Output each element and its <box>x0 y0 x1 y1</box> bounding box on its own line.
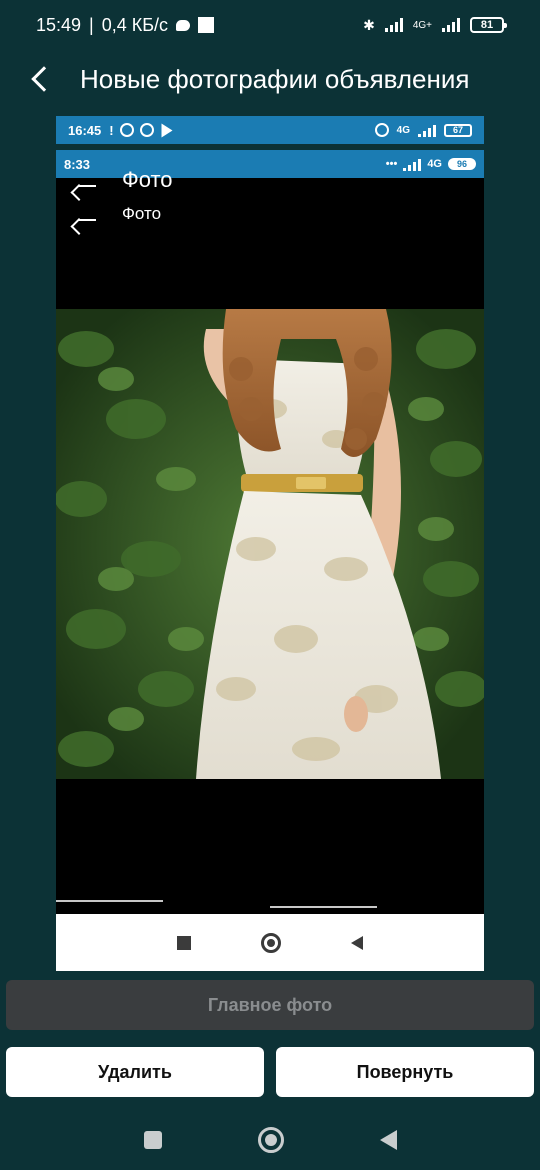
home-icon[interactable] <box>257 1127 284 1153</box>
dress-photo-image <box>56 309 484 779</box>
tab-indicator-1 <box>56 900 163 902</box>
status-separator: | <box>89 14 94 35</box>
embedded-battery-1: 67 <box>444 123 472 137</box>
battery-icon: 81 <box>470 17 507 33</box>
system-nav-bar <box>0 1110 540 1170</box>
status-time: 15:49 <box>36 14 82 35</box>
back-triangle-icon <box>351 935 363 950</box>
bluetooth-icon: ✱ <box>363 16 375 33</box>
embedded-time-1: 16:45 <box>68 122 102 138</box>
status-bar: 15:49 | 0,4 КБ/с ✱ 4G+ 81 <box>0 0 540 50</box>
chat-icon <box>176 19 191 31</box>
rotate-button[interactable]: Повернуть <box>276 1047 534 1097</box>
whatsapp-icon <box>119 123 134 137</box>
photo-preview: 16:45 ! 4G 67 8:33 ••• 4G 96 Фото Фото <box>56 116 484 971</box>
page-title: Новые фотографии объявления <box>80 63 470 94</box>
status-speed: 0,4 КБ/с <box>101 14 169 35</box>
back-arrow-icon <box>78 219 96 221</box>
main-photo-button[interactable]: Главное фото <box>6 980 534 1030</box>
tab-indicator-2 <box>270 906 377 908</box>
embedded-appbar-2: Фото <box>56 200 484 228</box>
back-triangle-icon[interactable] <box>379 1130 397 1150</box>
embedded-nav-bar <box>56 914 484 971</box>
home-icon <box>261 932 281 953</box>
embedded-signal-icon-1 <box>418 123 436 137</box>
status-left: 15:49 | 0,4 КБ/с <box>36 14 215 36</box>
recents-icon <box>177 935 191 950</box>
alert-icon: ! <box>109 122 114 138</box>
network-type: 4G+ <box>412 19 432 31</box>
alarm-icon <box>374 123 389 137</box>
embedded-title-2: Фото <box>122 204 162 223</box>
ok-icon <box>139 123 154 137</box>
embedded-title-1: Фото <box>122 167 173 192</box>
embedded-status-bar-1: 16:45 ! 4G 67 <box>56 116 484 144</box>
dress-photo <box>56 309 484 779</box>
top-app-bar: Новые фотографии объявления <box>0 54 540 104</box>
back-arrow-icon <box>31 66 57 92</box>
embedded-appbar-1: Фото <box>56 166 484 194</box>
status-right: ✱ 4G+ 81 <box>363 16 507 34</box>
signal-icon <box>384 18 403 32</box>
back-arrow-icon <box>78 185 96 187</box>
embedded-network-1: 4G <box>396 124 410 136</box>
notification-square-icon <box>198 17 215 33</box>
signal-icon-2 <box>442 18 460 32</box>
back-button[interactable] <box>0 54 80 104</box>
recents-icon[interactable] <box>143 1131 162 1149</box>
delete-button[interactable]: Удалить <box>6 1047 264 1097</box>
telegram-icon <box>161 123 173 137</box>
